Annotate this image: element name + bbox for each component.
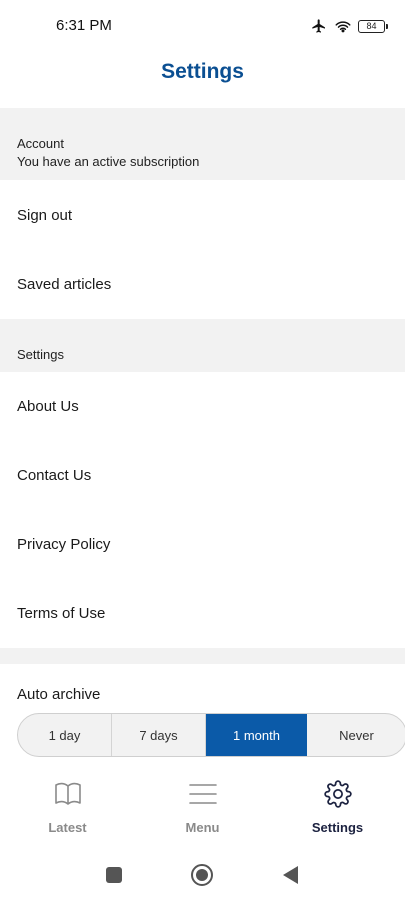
tab-settings[interactable]: Settings [270, 768, 405, 848]
airplane-icon [310, 18, 328, 34]
tab-latest[interactable]: Latest [0, 768, 135, 848]
saved-articles-label: Saved articles [17, 276, 112, 293]
wifi-icon [334, 18, 352, 34]
account-section-title: Account [17, 136, 64, 151]
archive-option-7-days[interactable]: 7 days [112, 714, 206, 756]
settings-section-header: Settings [0, 319, 405, 372]
archive-option-never[interactable]: Never [307, 714, 405, 756]
auto-archive-label: Auto archive [17, 686, 101, 703]
archive-option-1-day[interactable]: 1 day [18, 714, 112, 756]
page-title: Settings [161, 60, 244, 83]
home-button[interactable] [190, 863, 214, 892]
status-icons: 84 [310, 16, 388, 36]
book-icon [53, 780, 83, 808]
status-time: 6:31 PM [56, 17, 112, 34]
archive-option-1-month[interactable]: 1 month [206, 714, 307, 756]
sign-out-item[interactable]: Sign out [0, 181, 405, 250]
bottom-tab-bar: Latest Menu Settings [0, 768, 405, 848]
battery-icon: 84 [358, 19, 388, 33]
saved-articles-item[interactable]: Saved articles [0, 250, 405, 319]
terms-of-use-item[interactable]: Terms of Use [0, 579, 405, 648]
contact-us-label: Contact Us [17, 467, 92, 484]
tab-latest-label: Latest [48, 820, 87, 835]
tab-settings-label: Settings [311, 820, 364, 835]
subscription-status: You have an active subscription [17, 154, 200, 169]
contact-us-item[interactable]: Contact Us [0, 441, 405, 510]
hamburger-menu-icon [188, 780, 218, 808]
section-divider [0, 648, 405, 664]
status-bar: 6:31 PM 84 [0, 0, 405, 52]
about-us-label: About Us [17, 398, 79, 415]
auto-archive-selector: 1 day 7 days 1 month Never [17, 713, 405, 757]
system-nav-bar [0, 848, 405, 900]
gear-icon [323, 780, 353, 808]
privacy-policy-item[interactable]: Privacy Policy [0, 510, 405, 579]
back-button[interactable] [281, 865, 299, 890]
tab-menu[interactable]: Menu [135, 768, 270, 848]
privacy-policy-label: Privacy Policy [17, 536, 111, 553]
settings-section-title: Settings [17, 347, 64, 362]
sign-out-label: Sign out [17, 207, 73, 224]
terms-of-use-label: Terms of Use [17, 605, 106, 622]
tab-menu-label: Menu [185, 820, 220, 835]
recent-apps-button[interactable] [105, 866, 123, 889]
about-us-item[interactable]: About Us [0, 372, 405, 441]
account-section-header: Account You have an active subscription [0, 108, 405, 180]
